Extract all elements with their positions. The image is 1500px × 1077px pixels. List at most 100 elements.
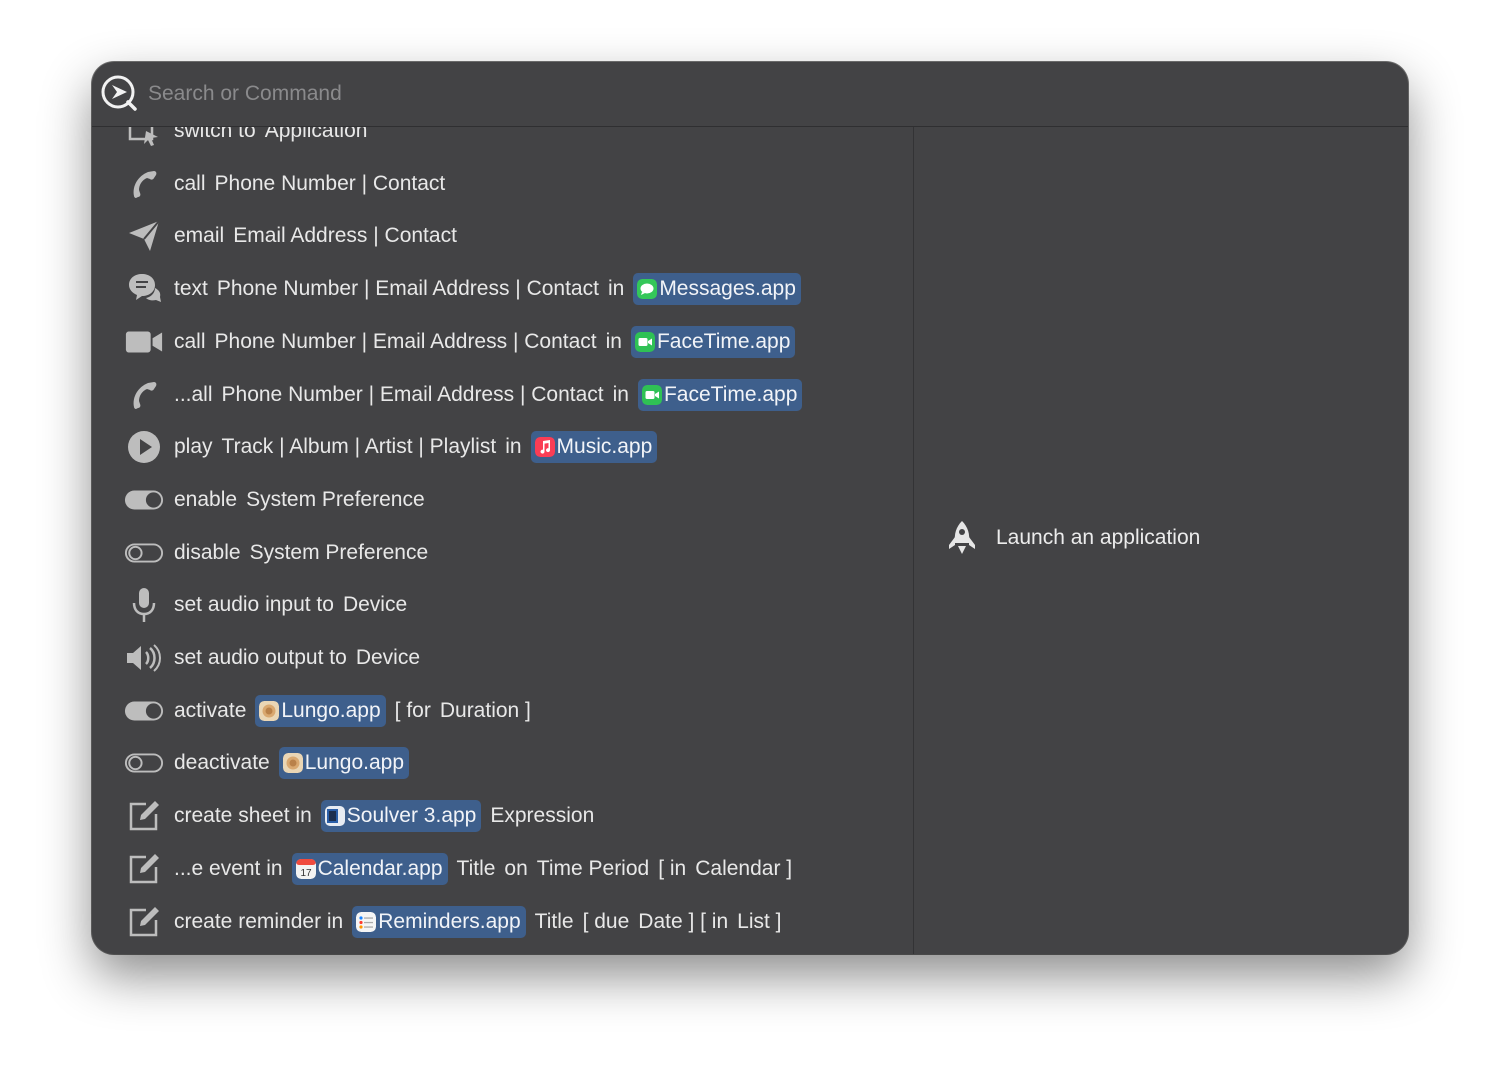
speaker-icon <box>124 638 164 678</box>
command-row[interactable]: create sheet in Soulver 3.app Expression <box>92 790 913 842</box>
command-token: play <box>174 435 213 459</box>
command-token: call <box>174 329 206 353</box>
search-bar <box>92 62 1408 127</box>
command-token: Device <box>355 646 421 669</box>
command-token: Application <box>264 127 368 142</box>
command-token: ...e event in <box>174 856 283 880</box>
command-row[interactable]: create reminder in Reminders.app Title [ du… <box>92 896 913 948</box>
command-token: text <box>174 277 208 301</box>
command-row[interactable]: ...all Phone Number | Email Address | Con… <box>92 369 913 421</box>
microphone-icon <box>124 585 164 625</box>
soulver-app-icon <box>324 806 345 827</box>
command-token: in <box>605 329 622 353</box>
app-logo-icon <box>101 75 137 111</box>
phone-icon <box>124 164 164 204</box>
command-row[interactable]: deactivate Lungo.app <box>92 737 913 789</box>
command-token: activate <box>174 698 247 722</box>
command-token: Expression <box>490 804 595 828</box>
command-text: switch to Application <box>174 127 367 143</box>
command-token: Phone Number | Email Address | Contact <box>221 382 604 406</box>
command-row[interactable]: set audio output to Device <box>92 632 913 684</box>
command-token: Title <box>534 909 574 933</box>
compose-icon <box>124 849 164 889</box>
preview-item: Launch an application <box>946 519 1200 557</box>
command-row[interactable]: set audio input to Device <box>92 579 913 631</box>
toggle-off-icon <box>124 743 164 783</box>
command-token: System Preference <box>246 487 425 511</box>
command-row[interactable]: play Track | Album | Artist | Playlist in M… <box>92 421 913 473</box>
app-chip-label: Lungo.app <box>304 751 405 775</box>
command-row[interactable]: ...e event in 17 Calendar.app Title on Time P… <box>92 843 913 895</box>
command-text: call Phone Number | Contact <box>174 172 445 196</box>
switch-app-icon <box>124 127 164 151</box>
command-token: Phone Number | Contact <box>214 171 446 195</box>
app-chip[interactable]: Messages.app <box>633 273 801 306</box>
command-row[interactable]: email Email Address | Contact <box>92 210 913 262</box>
command-palette-window: switch to Application call Phone Number | C… <box>92 62 1408 954</box>
command-text: text Phone Number | Email Address | Conta… <box>174 273 801 306</box>
command-row[interactable]: call Phone Number | Email Address | Conta… <box>92 316 913 368</box>
app-chip[interactable]: FaceTime.app <box>630 325 796 358</box>
messages-app-icon <box>637 279 658 300</box>
toggle-on-icon <box>124 480 164 520</box>
command-token: in <box>612 382 629 406</box>
command-token: Track | Album | Artist | Playlist <box>221 435 497 459</box>
search-input[interactable] <box>146 76 750 112</box>
command-row[interactable]: activate Lungo.app [ for Duration ] <box>92 685 913 737</box>
rocket-icon <box>949 521 975 554</box>
command-row[interactable]: text Phone Number | Email Address | Conta… <box>92 263 913 315</box>
command-token: set audio input to <box>174 593 334 617</box>
calendar-app-icon: 17 <box>295 858 316 879</box>
command-text: ...all Phone Number | Email Address | Con… <box>174 378 803 411</box>
command-token: deactivate <box>174 751 270 775</box>
app-chip[interactable]: Reminders.app <box>352 905 526 938</box>
command-token: email <box>174 224 225 248</box>
command-token: System Preference <box>249 540 429 564</box>
facetime-app-icon <box>634 331 655 352</box>
command-token: List ] <box>737 909 782 933</box>
command-token: Title <box>456 856 496 880</box>
command-token: Phone Number | Email Address | Contact <box>216 277 599 301</box>
video-camera-icon <box>124 322 164 362</box>
command-token: on <box>504 856 528 880</box>
command-text: play Track | Album | Artist | Playlist in M… <box>174 431 658 464</box>
app-chip[interactable]: FaceTime.app <box>637 378 803 411</box>
command-token: ...all <box>174 382 213 406</box>
app-chip[interactable]: Lungo.app <box>278 747 410 780</box>
command-text: set audio input to Device <box>174 593 407 617</box>
app-chip[interactable]: Soulver 3.app <box>320 800 482 833</box>
command-row[interactable]: switch to Application <box>92 127 913 157</box>
facetime-app-icon <box>641 384 662 405</box>
app-chip[interactable]: Lungo.app <box>255 694 386 727</box>
command-token: Calendar ] <box>695 856 793 880</box>
command-token: Time Period <box>536 856 650 880</box>
command-token: set audio output to <box>174 646 347 669</box>
preview-label: Launch an application <box>996 526 1201 549</box>
command-token: Email Address | Contact <box>233 224 457 248</box>
command-text: ...e event in 17 Calendar.app Title on Time P… <box>174 852 793 885</box>
app-chip[interactable]: 17 Calendar.app <box>291 852 448 885</box>
svg-text:17: 17 <box>300 868 312 879</box>
command-token: create sheet in <box>174 804 312 828</box>
paper-plane-icon <box>124 216 164 256</box>
command-token: create reminder in <box>174 909 344 933</box>
command-text: deactivate Lungo.app <box>174 747 410 780</box>
compose-icon <box>124 796 164 836</box>
command-row[interactable]: call Phone Number | Contact <box>92 158 913 210</box>
lungo-app-icon <box>259 700 280 721</box>
reminders-app-icon <box>356 911 377 932</box>
command-text: create sheet in Soulver 3.app Expression <box>174 800 595 833</box>
command-token: Duration ] <box>439 698 531 722</box>
toggle-off-icon <box>124 533 164 573</box>
music-app-icon <box>534 437 555 458</box>
command-row[interactable]: enable System Preference <box>92 474 913 526</box>
phone-icon <box>124 375 164 415</box>
command-row[interactable]: disable System Preference <box>92 527 913 579</box>
command-token: switch to <box>174 127 256 142</box>
app-chip-label: Soulver 3.app <box>346 804 477 828</box>
app-chip[interactable]: Music.app <box>530 431 658 464</box>
command-token: Device <box>342 593 408 617</box>
command-token: call <box>174 171 206 195</box>
command-text: call Phone Number | Email Address | Conta… <box>174 325 796 358</box>
command-text: enable System Preference <box>174 488 425 512</box>
